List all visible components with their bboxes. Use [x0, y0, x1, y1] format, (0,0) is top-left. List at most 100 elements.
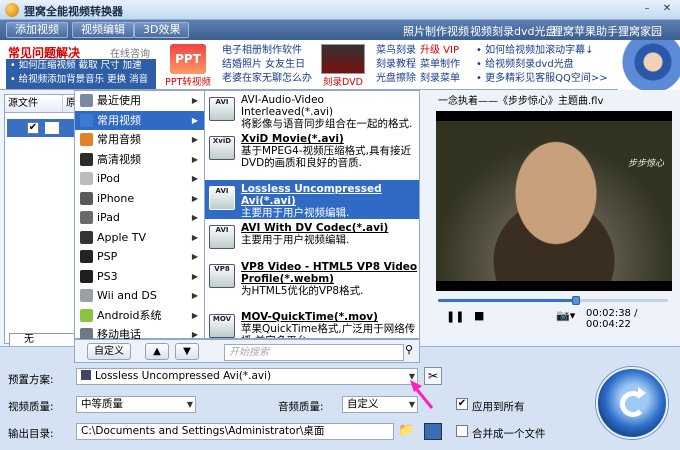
scroll-down-button[interactable]: ▼ [175, 343, 199, 360]
burn-dvd-link[interactable]: 视频刻录dvd光盘 [470, 23, 556, 39]
file-row[interactable]: ✔ [7, 119, 79, 137]
search-input[interactable]: 开始搜索 [224, 344, 404, 361]
convert-arrow-icon [638, 387, 646, 399]
ad-link[interactable]: 刻录教程 [376, 58, 416, 72]
category-item[interactable]: 常用视频 ▶ [75, 110, 204, 130]
faq-link[interactable]: • 给视频添加背景音乐 更换 消音 [6, 73, 156, 87]
seek-handle[interactable] [572, 296, 580, 305]
burn-dvd-ad[interactable]: 刻录DVD [318, 44, 368, 88]
folder-icon[interactable]: 📁 [398, 423, 414, 438]
video-edit-button[interactable]: 视频编辑 [72, 22, 134, 38]
format-category-list: 最近使用 ▶ 常用视频 ▶ 常用音频 ▶ 高清视频 ▶ iPod ▶ iPhone ▶ iPad ▶ App… [74, 90, 204, 341]
ad-link[interactable]: 刻录菜单 [420, 72, 460, 86]
chevron-right-icon: ▶ [191, 174, 198, 183]
ad-link[interactable]: 老婆在家无聊怎么办 [222, 72, 312, 86]
search-icon[interactable]: ⚲ [405, 343, 413, 356]
preset-select[interactable]: Lossless Uncompressed Avi(*.avi) ▼ [76, 368, 418, 385]
category-item[interactable]: 最近使用 ▶ [75, 91, 204, 111]
ad-links-col2b: 升级 VIP 菜单制作 刻录菜单 [420, 44, 460, 86]
dvd-thumbnail [321, 44, 365, 74]
category-item[interactable]: 常用音频 ▶ [75, 130, 204, 150]
ad-link[interactable]: 结婚照片 女友生日 [222, 58, 312, 72]
format-item[interactable]: MOV MOV-QuickTime(*.mov) 苹果QuickTime格式,广泛用… [205, 308, 419, 338]
ad-link[interactable]: • 给视频刻录dvd光盘 [476, 58, 608, 72]
online-consult-link[interactable]: 在线咨询 [110, 45, 150, 60]
format-item[interactable]: AVI AVI-Audio-Video Interleaved(*.avi) 将影像… [205, 91, 419, 130]
category-item[interactable]: Android系统 ▶ [75, 306, 204, 326]
col-source[interactable]: 源文件 [5, 95, 63, 112]
avi-icon [81, 370, 91, 380]
apple-helper-link[interactable]: 狸窝苹果助手 [552, 23, 618, 39]
category-label: PS3 [97, 269, 118, 283]
category-icon [80, 113, 93, 127]
minimize-icon[interactable]: – [640, 3, 654, 16]
ad-link[interactable]: 光盘擦除 [376, 72, 416, 86]
category-icon [80, 133, 93, 146]
chevron-right-icon: ▶ [191, 96, 198, 105]
category-item[interactable]: iPod ▶ [75, 169, 204, 189]
category-icon [80, 230, 93, 244]
ppt-icon: PPT [170, 44, 206, 74]
pause-icon[interactable]: ❚❚ [446, 310, 464, 323]
video-quality-select[interactable]: 中等质量 ▼ [76, 396, 196, 413]
pointer-arrow-icon [410, 380, 434, 409]
merge-checkbox[interactable] [456, 425, 468, 437]
file-list[interactable]: 源文件 原 ✔ 无 [4, 94, 82, 347]
output-path-field[interactable]: C:\Documents and Settings\Administrator\… [76, 423, 394, 440]
apply-all-checkbox[interactable]: ✔ [456, 398, 468, 410]
ad-links-col1: 电子相册制作软件 结婚照片 女友生日 老婆在家无聊怎么办 [222, 44, 312, 86]
chevron-right-icon: ▶ [191, 310, 198, 320]
add-video-button[interactable]: 添加视频 [6, 22, 68, 38]
chevron-right-icon: ▶ [191, 252, 198, 261]
format-item[interactable]: AVI Lossless Uncompressed Avi(*.avi) 主要用于用… [205, 180, 419, 219]
video-quality-value: 中等质量 [81, 398, 123, 410]
ad-link[interactable]: 菜单制作 [420, 58, 460, 72]
ppt-to-video-ad[interactable]: PPT PPT转视频 [163, 44, 213, 88]
category-item[interactable]: iPad ▶ [75, 208, 204, 228]
photo-to-video-link[interactable]: 照片制作视频 [403, 23, 469, 39]
category-item[interactable]: iPhone ▶ [75, 189, 204, 209]
open-folder-icon[interactable] [424, 423, 442, 440]
faq-link[interactable]: • 如何压缩视频 截取 尺寸 加速 [6, 59, 156, 73]
seek-slider[interactable] [438, 296, 668, 305]
format-description: 将影像与语音同步组合在一起的格式. [241, 118, 413, 130]
camera-icon[interactable]: 📷▾ [556, 309, 575, 322]
custom-button[interactable]: 自定义 [87, 343, 131, 360]
merge-label: 合并成一个文件 [472, 428, 546, 440]
ad-link[interactable]: 菜鸟刻录 [376, 44, 416, 58]
subtitle-field[interactable]: 无 [9, 333, 79, 347]
format-item[interactable]: AVI AVI With DV Codec(*.avi) 主要用于用户视频编辑. [205, 219, 419, 258]
stop-icon[interactable]: ■ [474, 309, 484, 322]
ad-link[interactable]: • 如何给视频加滚动字幕↓ [476, 44, 608, 58]
file-checkbox[interactable]: ✔ [27, 122, 39, 134]
close-icon[interactable]: ✕ [660, 3, 674, 16]
audio-quality-select[interactable]: 自定义 ▼ [342, 396, 418, 413]
category-icon [80, 191, 93, 205]
format-name: AVI With DV Codec(*.avi) [241, 222, 389, 234]
liwo-home-link[interactable]: 狸窝家园 [618, 23, 662, 39]
convert-button[interactable] [596, 367, 668, 439]
scroll-up-button[interactable]: ▲ [145, 343, 169, 360]
category-item[interactable]: PSP ▶ [75, 247, 204, 267]
format-item[interactable]: VP8 VP8 Video - HTML5 VP8 Video Profile(*… [205, 258, 419, 308]
category-icon [80, 308, 93, 322]
video-player[interactable]: 步步惊心 [436, 111, 672, 291]
faq-box: • 如何压缩视频 截取 尺寸 加速 • 给视频添加背景音乐 更换 消音 [6, 59, 156, 89]
category-item[interactable]: 高清视频 ▶ [75, 150, 204, 170]
video-frame [436, 121, 672, 281]
video-quality-label: 视频质量: [8, 401, 54, 413]
seek-fill [438, 299, 576, 302]
preview-panel: 一念执着——《步步惊心》主题曲.flv 步步惊心 ❚❚ ■ 📷▾ 00:02:3… [434, 94, 674, 344]
ad-link[interactable]: 电子相册制作软件 [222, 44, 312, 58]
ad-link[interactable]: 升级 VIP [420, 44, 460, 58]
chevron-right-icon: ▶ [191, 232, 198, 242]
ad-link[interactable]: • 更多精彩见客服QQ空间>> [476, 72, 608, 86]
category-item[interactable]: PS3 ▶ [75, 267, 204, 287]
category-icon [80, 289, 93, 302]
category-item[interactable]: Wii and DS ▶ [75, 286, 204, 306]
audio-quality-label: 音频质量: [278, 401, 324, 413]
format-item[interactable]: XviD XviD Movie(*.avi) 基于MPEG4-视频压缩格式,具有接近… [205, 130, 419, 180]
3d-effect-button[interactable]: 3D效果 [134, 22, 190, 38]
category-item[interactable]: Apple TV ▶ [75, 228, 204, 248]
chevron-down-icon[interactable]: ▼ [187, 397, 193, 412]
